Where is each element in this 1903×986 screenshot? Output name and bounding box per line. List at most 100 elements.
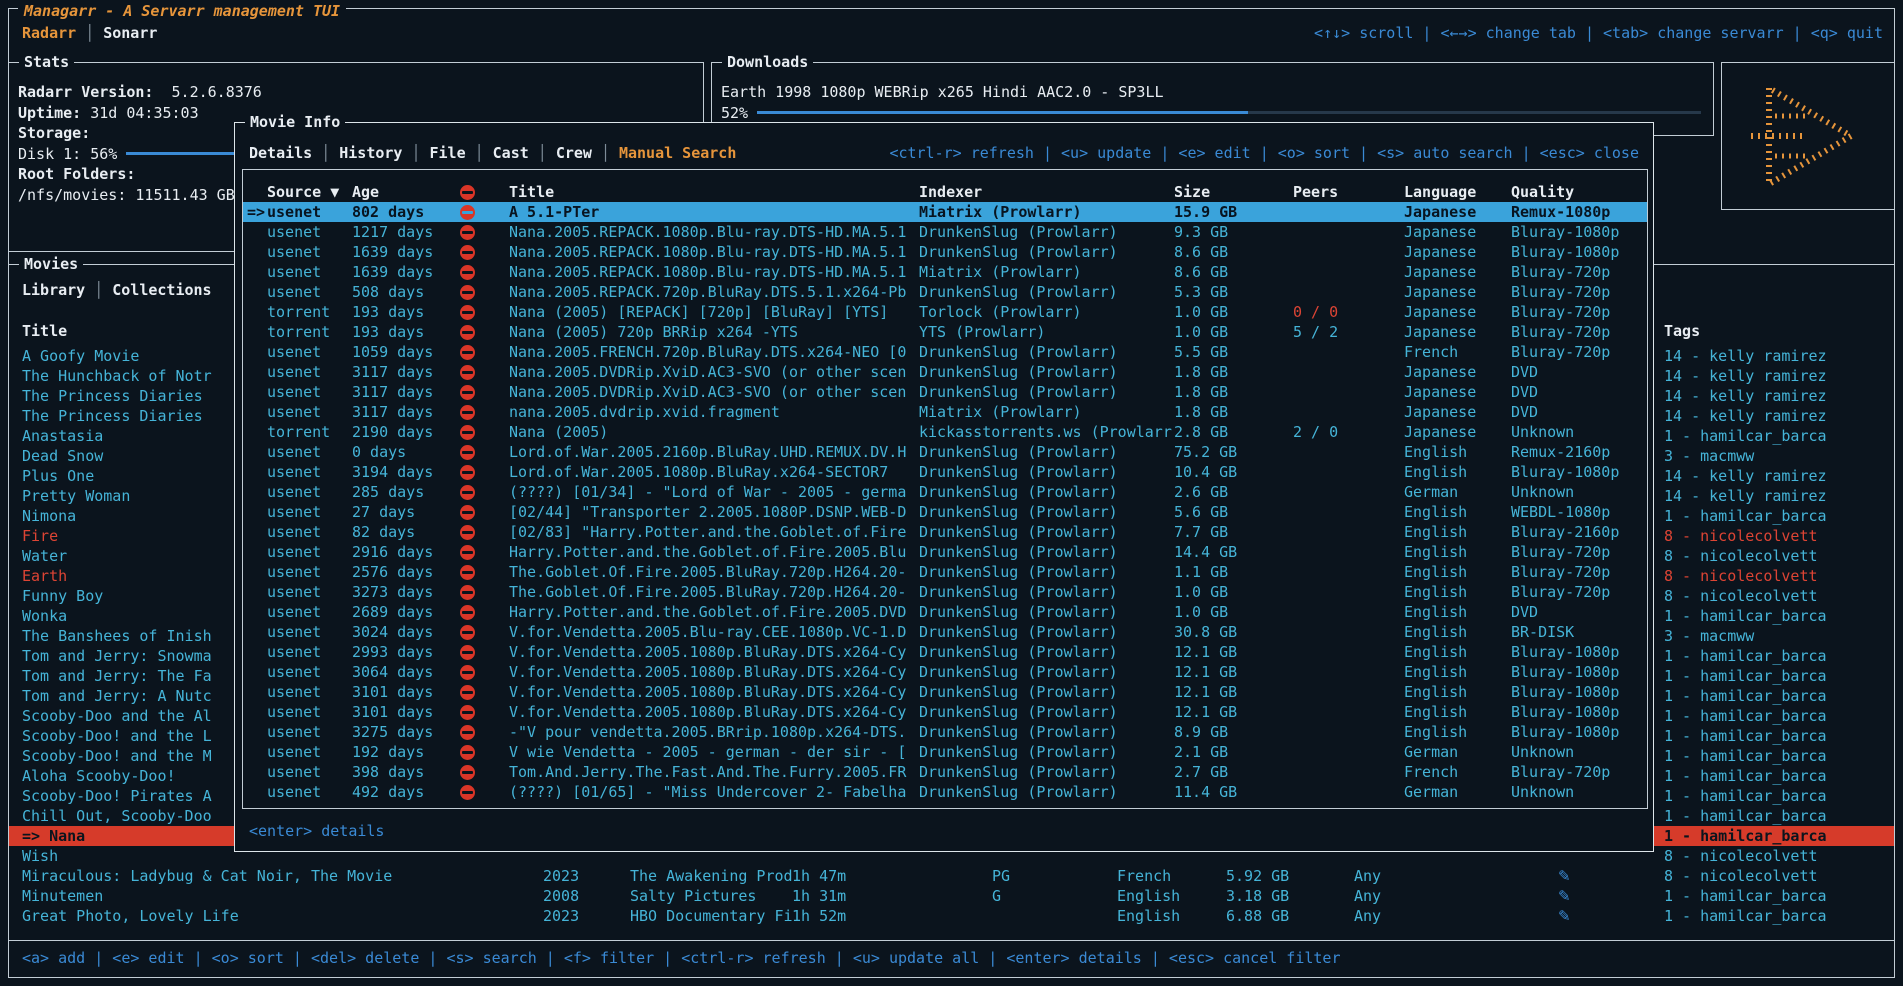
release-rejected-cell: [460, 462, 509, 482]
release-row[interactable]: usenet3064 daysV.for.Vendetta.2005.1080p…: [243, 662, 1647, 682]
release-source: usenet: [267, 562, 352, 582]
release-row[interactable]: torrent2190 daysNana (2005)kickasstorren…: [243, 422, 1647, 442]
download-gauge-fill: [757, 111, 1248, 114]
release-indexer: DrunkenSlug (Prowlarr): [919, 722, 1174, 742]
movies-panel-title: Movies: [19, 254, 83, 274]
release-row[interactable]: usenet2576 daysThe.Goblet.Of.Fire.2005.B…: [243, 562, 1647, 582]
movies-tab-collections[interactable]: Collections: [112, 280, 211, 300]
releases-table: Source ▼ Age Title Indexer Size Peers La…: [242, 169, 1648, 809]
release-quality: Bluray-720p: [1511, 282, 1647, 302]
release-language: English: [1404, 622, 1511, 642]
col-peers[interactable]: Peers: [1293, 182, 1404, 202]
release-size: 1.0 GB: [1174, 302, 1293, 322]
col-age[interactable]: Age: [352, 182, 460, 202]
release-source: usenet: [267, 382, 352, 402]
release-row[interactable]: usenet285 days(????) [01/34] - "Lord of …: [243, 482, 1647, 502]
release-row[interactable]: usenet3101 daysV.for.Vendetta.2005.1080p…: [243, 682, 1647, 702]
release-quality: Bluray-720p: [1511, 342, 1647, 362]
rejected-icon: [460, 765, 475, 780]
tab-radarr[interactable]: Radarr: [22, 23, 76, 43]
release-rejected-cell: [460, 662, 509, 682]
release-language: Japanese: [1404, 282, 1511, 302]
movie-tag: 14 - kelly ramirez: [1664, 486, 1894, 506]
release-rejected-cell: [460, 202, 509, 222]
release-rejected-cell: [460, 382, 509, 402]
release-indexer: DrunkenSlug (Prowlarr): [919, 502, 1174, 522]
release-peers: [1293, 722, 1404, 742]
movie-row[interactable]: Great Photo, Lovely Life2023HBO Document…: [9, 906, 1894, 926]
release-source: usenet: [267, 222, 352, 242]
release-row[interactable]: usenet27 days[02/44] "Transporter 2.2005…: [243, 502, 1647, 522]
release-row[interactable]: usenet3117 daysNana.2005.DVDRip.XviD.AC3…: [243, 362, 1647, 382]
release-age: 2916 days: [352, 542, 460, 562]
release-row[interactable]: usenet192 daysV wie Vendetta - 2005 - ge…: [243, 742, 1647, 762]
movies-tab-library[interactable]: Library: [22, 280, 85, 300]
release-size: 2.8 GB: [1174, 422, 1293, 442]
release-row[interactable]: usenet3101 daysV.for.Vendetta.2005.1080p…: [243, 702, 1647, 722]
release-rejected-cell: [460, 682, 509, 702]
movie-size: 6.88 GB: [1226, 906, 1354, 926]
col-indexer[interactable]: Indexer: [919, 182, 1174, 202]
col-size[interactable]: Size: [1174, 182, 1293, 202]
movie-info-tab-cast[interactable]: Cast: [493, 143, 529, 163]
release-age: 492 days: [352, 782, 460, 802]
release-row[interactable]: usenet3273 daysThe.Goblet.Of.Fire.2005.B…: [243, 582, 1647, 602]
release-marker: [247, 662, 267, 682]
movie-tag: 14 - kelly ramirez: [1664, 386, 1894, 406]
release-marker: [247, 322, 267, 342]
release-row[interactable]: usenet3117 daysNana.2005.DVDRip.XviD.AC3…: [243, 382, 1647, 402]
release-rejected-cell: [460, 582, 509, 602]
col-title[interactable]: Title: [509, 182, 919, 202]
movie-info-tab-details[interactable]: Details: [249, 143, 312, 163]
release-row[interactable]: usenet398 daysTom.And.Jerry.The.Fast.And…: [243, 762, 1647, 782]
release-marker: [247, 222, 267, 242]
release-language: English: [1404, 722, 1511, 742]
movie-info-tab-crew[interactable]: Crew: [556, 143, 592, 163]
release-row[interactable]: usenet508 daysNana.2005.REPACK.720p.BluR…: [243, 282, 1647, 302]
movie-info-tab-manual-search[interactable]: Manual Search: [619, 143, 736, 163]
release-quality: Bluray-1080p: [1511, 222, 1647, 242]
release-row[interactable]: usenet2916 daysHarry.Potter.and.the.Gobl…: [243, 542, 1647, 562]
movie-studio: HBO Documentary Films: [630, 906, 792, 926]
release-source: usenet: [267, 462, 352, 482]
release-row[interactable]: usenet3024 daysV.for.Vendetta.2005.Blu-r…: [243, 622, 1647, 642]
col-language[interactable]: Language: [1404, 182, 1511, 202]
release-row[interactable]: =>usenet802 daysA 5.1-PTerMiatrix (Prowl…: [243, 202, 1647, 222]
movie-info-tab-history[interactable]: History: [339, 143, 402, 163]
release-rejected-cell: [460, 362, 509, 382]
movie-info-modal-title: Movie Info: [245, 112, 345, 132]
release-quality: Unknown: [1511, 482, 1647, 502]
movie-row[interactable]: Miraculous: Ladybug & Cat Noir, The Movi…: [9, 866, 1894, 886]
release-row[interactable]: usenet3117 daysnana.2005.dvdrip.xvid.fra…: [243, 402, 1647, 422]
release-row[interactable]: usenet1639 daysNana.2005.REPACK.1080p.Bl…: [243, 262, 1647, 282]
col-source[interactable]: Source ▼: [267, 182, 352, 202]
release-row[interactable]: torrent193 daysNana (2005) [REPACK] [720…: [243, 302, 1647, 322]
rejected-icon: [460, 305, 475, 320]
rejected-icon: [460, 605, 475, 620]
release-language: French: [1404, 762, 1511, 782]
release-row[interactable]: usenet2993 daysV.for.Vendetta.2005.1080p…: [243, 642, 1647, 662]
movie-info-tab-file[interactable]: File: [430, 143, 466, 163]
release-row[interactable]: usenet3275 days-"V pour vendetta.2005.BR…: [243, 722, 1647, 742]
tab-sonarr[interactable]: Sonarr: [103, 23, 157, 43]
release-row[interactable]: usenet1217 daysNana.2005.REPACK.1080p.Bl…: [243, 222, 1647, 242]
release-marker: [247, 602, 267, 622]
release-peers: [1293, 242, 1404, 262]
release-row[interactable]: usenet492 days(????) [01/65] - "Miss Und…: [243, 782, 1647, 802]
release-row[interactable]: usenet3194 daysLord.of.War.2005.1080p.Bl…: [243, 462, 1647, 482]
release-source: usenet: [267, 742, 352, 762]
release-row[interactable]: usenet82 days[02/83] "Harry.Potter.and.t…: [243, 522, 1647, 542]
movie-row[interactable]: Minutemen2008Salty Pictures1h 31mGEnglis…: [9, 886, 1894, 906]
release-row[interactable]: torrent193 daysNana (2005) 720p BRRip x2…: [243, 322, 1647, 342]
release-source: usenet: [267, 642, 352, 662]
release-row[interactable]: usenet1639 daysNana.2005.REPACK.1080p.Bl…: [243, 242, 1647, 262]
release-row[interactable]: usenet2689 daysHarry.Potter.and.the.Gobl…: [243, 602, 1647, 622]
movie-tag: 1 - hamilcar_barca: [1664, 686, 1894, 706]
release-source: usenet: [267, 262, 352, 282]
release-row[interactable]: usenet0 daysLord.of.War.2005.2160p.BluRa…: [243, 442, 1647, 462]
release-row[interactable]: usenet1059 daysNana.2005.FRENCH.720p.Blu…: [243, 342, 1647, 362]
release-peers: [1293, 582, 1404, 602]
col-quality[interactable]: Quality: [1511, 182, 1647, 202]
rejected-icon: [460, 285, 475, 300]
rejected-icon: [460, 725, 475, 740]
